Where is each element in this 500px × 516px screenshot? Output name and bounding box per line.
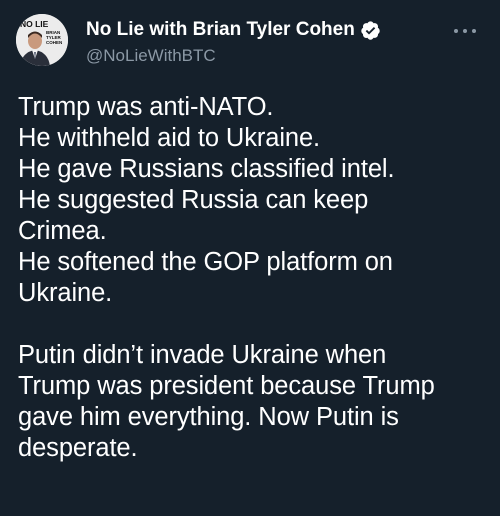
dot (454, 29, 458, 33)
tweet-line: Trump was president because Trump (18, 372, 435, 400)
avatar-image: NO LIE BRIAN TYLER COHEN (16, 14, 68, 66)
tweet-line: He softened the GOP platform on (18, 248, 393, 276)
svg-text:COHEN: COHEN (46, 40, 62, 45)
svg-text:NO LIE: NO LIE (20, 19, 49, 29)
tweet-line: He suggested Russia can keep (18, 186, 369, 214)
tweet-line: He withheld aid to Ukraine. (18, 124, 321, 152)
tweet-line: desperate. (18, 434, 138, 462)
dot (463, 29, 467, 33)
tweet: NO LIE BRIAN TYLER COHEN No Lie with Bri… (0, 0, 500, 516)
author-info: No Lie with Brian Tyler Cohen @NoLieWith… (86, 18, 416, 67)
tweet-line: Putin didn’t invade Ukraine when (18, 341, 387, 369)
tweet-line: He gave Russians classified intel. (18, 155, 395, 183)
display-name[interactable]: No Lie with Brian Tyler Cohen (86, 18, 355, 42)
verified-badge-icon (361, 20, 380, 40)
tweet-line: gave him everything. Now Putin is (18, 403, 399, 431)
tweet-line: Ukraine. (18, 279, 113, 307)
name-row: No Lie with Brian Tyler Cohen (86, 18, 416, 42)
tweet-line: Trump was anti-NATO. (18, 93, 274, 121)
avatar[interactable]: NO LIE BRIAN TYLER COHEN (16, 14, 68, 66)
tweet-line: Crimea. (18, 217, 107, 245)
tweet-text: Trump was anti-NATO. He withheld aid to … (18, 92, 488, 464)
user-handle[interactable]: @NoLieWithBTC (86, 45, 416, 67)
dot (472, 29, 476, 33)
more-options-icon[interactable] (454, 24, 476, 38)
